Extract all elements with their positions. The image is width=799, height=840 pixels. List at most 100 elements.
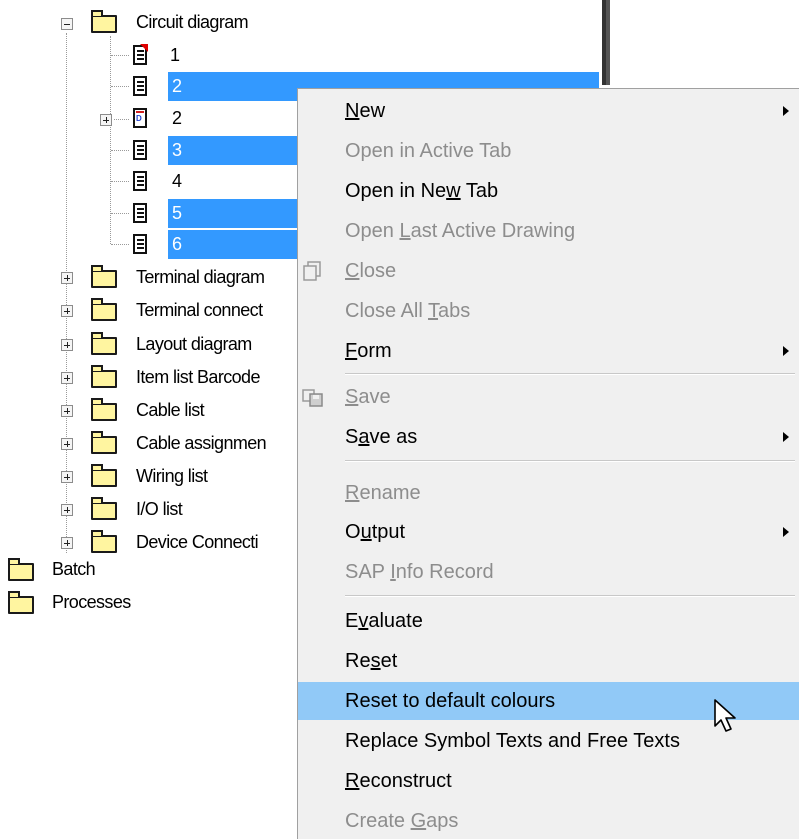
menu-item-label: Reset — [345, 650, 398, 672]
document-page-icon: D — [133, 108, 147, 128]
expand-toggle-icon[interactable] — [61, 438, 73, 450]
folder-icon — [91, 464, 117, 487]
expand-toggle-icon[interactable] — [61, 372, 73, 384]
tree-item-folder[interactable]: I/O list — [55, 495, 315, 524]
tree-item-label: Device Connecti — [136, 532, 259, 552]
tree-item-circuit-diagram[interactable]: Circuit diagram — [55, 8, 355, 37]
tree-item-label: Circuit diagram — [136, 12, 249, 32]
tree-item-label: Cable list — [136, 400, 205, 420]
page-icon — [133, 44, 148, 65]
menu-item-create-gaps[interactable]: Create Gaps — [298, 802, 799, 840]
tree-item-folder[interactable]: Cable list — [55, 396, 315, 425]
tree-item-label: 1 — [170, 45, 180, 65]
tree-item-folder[interactable]: Terminal connect — [55, 296, 315, 325]
menu-item-label: Replace Symbol Texts and Free Texts — [345, 730, 680, 752]
menu-item-label: Create Gaps — [345, 810, 459, 832]
menu-item-label: Rename — [345, 482, 421, 504]
page-icon — [133, 203, 147, 223]
tree-item-label: Terminal diagram — [136, 267, 265, 287]
folder-icon — [91, 530, 117, 553]
tree-item-label: Wiring list — [136, 466, 208, 486]
menu-item-output[interactable]: Output — [298, 513, 799, 551]
tree-guide-line — [111, 55, 129, 56]
menu-item-close[interactable]: Close — [298, 252, 799, 290]
close-drawing-icon — [303, 261, 321, 281]
expand-toggle-icon[interactable] — [61, 504, 73, 516]
tree-guide-line — [111, 213, 129, 214]
menu-item-rename[interactable]: Rename — [298, 474, 799, 512]
folder-icon — [91, 365, 117, 388]
submenu-arrow-icon — [783, 346, 789, 356]
menu-item-label: Form — [345, 340, 392, 362]
menu-item-sap-info-record[interactable]: SAP Info Record — [298, 553, 799, 591]
menu-item-save[interactable]: Save — [298, 378, 799, 416]
tree-guide-line — [111, 86, 129, 87]
tree-item-label: Batch — [52, 559, 96, 579]
tree-guide-line — [111, 181, 129, 182]
menu-item-open-in-active-tab[interactable]: Open in Active Tab — [298, 132, 799, 170]
menu-item-form[interactable]: Form — [298, 332, 799, 370]
tree-item-batch[interactable]: Batch — [0, 555, 260, 584]
tree-item-folder[interactable]: Cable assignmen — [55, 429, 315, 458]
expand-toggle-icon[interactable] — [61, 305, 73, 317]
menu-item-reconstruct[interactable]: Reconstruct — [298, 762, 799, 800]
tree-item-folder[interactable]: Item list Barcode — [55, 363, 315, 392]
tree-item-folder[interactable]: Terminal diagram — [55, 263, 315, 292]
tree-item-label: Terminal connect — [136, 300, 263, 320]
pane-splitter[interactable] — [602, 0, 610, 85]
tree-item-folder[interactable]: Device Connecti — [55, 528, 315, 557]
menu-item-label: Output — [345, 521, 406, 543]
menu-item-label: Open Last Active Drawing — [345, 220, 576, 242]
tree-item-label: Layout diagram — [136, 334, 252, 354]
collapse-toggle-icon[interactable] — [61, 18, 73, 30]
menu-item-label: SAP Info Record — [345, 561, 494, 583]
menu-item-label: Close All Tabs — [345, 300, 471, 322]
folder-icon — [91, 398, 117, 421]
folder-icon — [91, 497, 117, 520]
tree-item-processes[interactable]: Processes — [0, 588, 260, 617]
expand-toggle-icon[interactable] — [100, 114, 112, 126]
folder-icon — [91, 298, 117, 321]
tree-item-folder[interactable]: Wiring list — [55, 462, 315, 491]
page-icon — [133, 140, 147, 160]
menu-item-close-all-tabs[interactable]: Close All Tabs — [298, 292, 799, 330]
tree-item-label: 2 — [172, 108, 182, 128]
menu-separator — [345, 595, 795, 597]
menu-separator — [345, 460, 795, 462]
submenu-arrow-icon — [783, 527, 789, 537]
folder-icon — [91, 431, 117, 454]
expand-toggle-icon[interactable] — [61, 272, 73, 284]
menu-item-open-in-new-tab[interactable]: Open in New Tab — [298, 172, 799, 210]
folder-icon — [91, 265, 117, 288]
menu-item-label: Evaluate — [345, 610, 423, 632]
menu-item-label: Reconstruct — [345, 770, 452, 792]
submenu-arrow-icon — [783, 432, 789, 442]
menu-item-new[interactable]: New — [298, 92, 799, 130]
expand-toggle-icon[interactable] — [61, 471, 73, 483]
tree-item-folder[interactable]: Layout diagram — [55, 330, 315, 359]
menu-item-open-last-active-drawing[interactable]: Open Last Active Drawing — [298, 212, 799, 250]
page-icon — [133, 171, 147, 191]
tree-item-label: Item list Barcode — [136, 367, 260, 387]
menu-item-save-as[interactable]: Save as — [298, 418, 799, 456]
save-icon — [302, 389, 323, 407]
tree-item-label: Processes — [52, 592, 131, 612]
menu-item-reset[interactable]: Reset — [298, 642, 799, 680]
menu-item-label: Close — [345, 260, 397, 282]
folder-icon — [8, 558, 34, 581]
menu-separator — [345, 373, 795, 375]
tree-item-label: 4 — [172, 171, 182, 191]
menu-item-label: Save — [345, 386, 391, 408]
tree-guide-line — [111, 244, 129, 245]
folder-icon — [8, 591, 34, 614]
expand-toggle-icon[interactable] — [61, 405, 73, 417]
tree-guide-line — [114, 119, 129, 120]
menu-item-label: Open in Active Tab — [345, 140, 512, 162]
folder-icon — [91, 332, 117, 355]
menu-item-evaluate[interactable]: Evaluate — [298, 602, 799, 640]
page-icon — [133, 76, 147, 96]
expand-toggle-icon[interactable] — [61, 339, 73, 351]
tree-item-page[interactable]: 1 — [100, 41, 610, 70]
menu-item-label: New — [345, 100, 386, 122]
expand-toggle-icon[interactable] — [61, 537, 73, 549]
